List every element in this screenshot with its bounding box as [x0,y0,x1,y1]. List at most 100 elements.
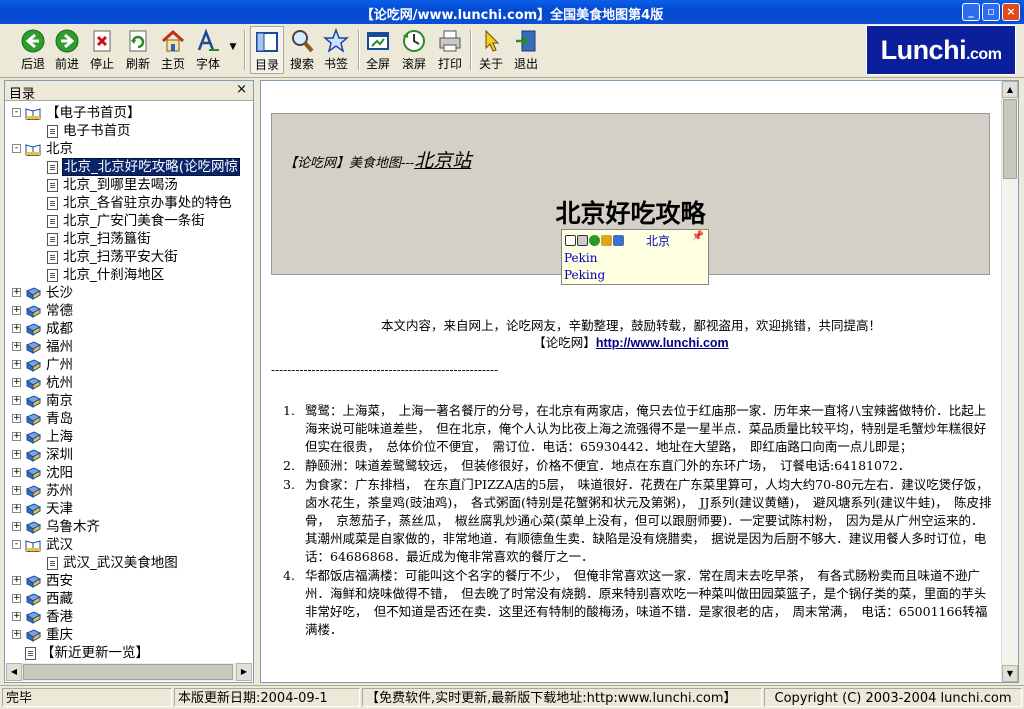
tree-item[interactable]: 西藏 [25,590,74,608]
tree-item[interactable]: 【新近更新一览】 [25,644,150,662]
expand-icon[interactable]: + [12,504,21,513]
tree-item[interactable]: 重庆 [25,626,74,644]
tree-item[interactable]: 福州 [25,338,74,356]
expand-icon[interactable]: + [12,450,21,459]
stop-button[interactable]: 停止 [86,26,118,74]
close-button[interactable]: × [1002,3,1020,21]
expand-icon[interactable]: + [12,432,21,441]
minimize-button[interactable]: _ [962,3,980,21]
vertical-scroll-thumb[interactable] [1003,99,1017,179]
tree-item[interactable]: 北京 [25,140,74,158]
collapse-icon[interactable]: - [12,108,21,117]
home-button[interactable]: 主页 [156,26,190,74]
tree-item[interactable]: 成都 [25,320,74,338]
horizontal-scroll-thumb[interactable] [23,664,233,680]
tree-item[interactable]: 常德 [25,302,74,320]
contents-panel-header: 目录 × [5,81,253,102]
expand-icon[interactable]: + [12,468,21,477]
back-button[interactable]: 后退 [16,26,50,74]
expand-icon[interactable]: + [12,594,21,603]
lookup-icon[interactable] [565,235,576,246]
forward-button[interactable]: 前进 [50,26,84,74]
book-icon [25,520,42,534]
tree-item[interactable]: 广州 [25,356,74,374]
tree-item[interactable]: 【电子书首页】 [25,104,142,122]
search-button[interactable]: 搜索 [286,26,318,74]
tree-item[interactable]: 北京_扫荡平安大街 [47,248,179,266]
autoscroll-button[interactable]: 滚屏 [398,26,430,74]
tree-item[interactable]: 上海 [25,428,74,446]
contents-tree[interactable]: - 【电子书首页】 电子书首页 - 北京 北京_北京好吃攻略(论吃网惊 北京_到哪里去喝汤北… [5,103,253,663]
scroll-down-arrow-icon[interactable]: ▼ [1002,665,1018,682]
dictionary-popup[interactable]: 北京 📌 Pekin Peking [561,229,709,285]
tree-item[interactable]: 北京_扫荡簋街 [47,230,152,248]
expand-icon[interactable]: + [12,342,21,351]
expand-icon[interactable]: + [12,288,21,297]
close-icon[interactable]: × [236,82,247,97]
font-dropdown[interactable]: ▼ [226,38,240,86]
exit-button[interactable]: 退出 [510,26,542,74]
tree-item-label: 深圳 [46,447,73,463]
tree-item[interactable]: 北京_广安门美食一条街 [47,212,206,230]
tree-item[interactable]: 杭州 [25,374,74,392]
vertical-scrollbar[interactable]: ▲ ▼ [1001,81,1018,682]
logo-suffix: .com [966,46,1002,63]
copy-icon[interactable] [577,235,588,246]
expand-icon[interactable]: + [12,360,21,369]
expand-icon[interactable]: + [12,486,21,495]
bookmark-button[interactable]: 书签 [320,26,352,74]
expand-icon[interactable]: + [12,522,21,531]
scroll-right-arrow-icon[interactable]: ▶ [236,663,252,681]
stop-icon [93,30,111,52]
print-button[interactable]: 打印 [434,26,466,74]
expand-icon[interactable]: + [12,306,21,315]
tree-item[interactable]: 深圳 [25,446,74,464]
fullscreen-button[interactable]: 全屏 [362,26,394,74]
tree-item[interactable]: 香港 [25,608,74,626]
expand-icon[interactable]: + [12,324,21,333]
toolbar-separator [470,30,472,70]
tree-item[interactable]: 沈阳 [25,464,74,482]
scroll-up-arrow-icon[interactable]: ▲ [1002,81,1018,98]
popup-toolbar [565,233,625,247]
maximize-button[interactable]: ▫ [982,3,1000,21]
scroll-left-arrow-icon[interactable]: ◀ [6,663,22,681]
tree-item[interactable]: 苏州 [25,482,74,500]
speaker-icon[interactable] [601,235,612,246]
article-view[interactable]: 【论吃网】美食地图---北京站 北京好吃攻略 （ 北京 📌 Pekin Peki… [260,80,1019,683]
tree-item[interactable]: 武汉_武汉美食地图 [47,554,179,572]
tree-item[interactable]: 北京_各省驻京办事处的特色 [47,194,233,212]
tree-item[interactable]: 乌鲁木齐 [25,518,101,536]
refresh-button[interactable]: 刷新 [122,26,154,74]
title-bar: 【论吃网/www.lunchi.com】全国美食地图第4版 _ ▫ × [0,0,1024,24]
tree-item[interactable]: 西安 [25,572,74,590]
expand-icon[interactable]: + [12,414,21,423]
tree-item[interactable]: 南京 [25,392,74,410]
expand-icon[interactable]: + [12,576,21,585]
exit-icon [516,30,536,52]
expand-icon[interactable]: + [12,612,21,621]
tree-item[interactable]: 北京_到哪里去喝汤 [47,176,179,194]
collapse-icon[interactable]: - [12,144,21,153]
translate-icon[interactable] [613,235,624,246]
about-button[interactable]: 关于 [475,26,507,74]
tree-item[interactable]: 长沙 [25,284,74,302]
expand-icon[interactable]: + [12,396,21,405]
tree-item[interactable]: 北京_北京好吃攻略(论吃网惊 [47,158,241,176]
collapse-icon[interactable]: - [12,540,21,549]
site-link[interactable]: http://www.lunchi.com [596,336,729,350]
tree-item[interactable]: 青岛 [25,410,74,428]
list-item: 1. 鹭鹭：上海菜， 上海一著名餐厅的分号，在北京有两家店，俺只去位于红庙那一家．… [283,402,993,456]
contents-button[interactable]: 目录 [250,26,284,74]
expand-icon[interactable]: + [12,378,21,387]
tree-item-label: 北京_什刹海地区 [63,267,165,283]
font-button[interactable]: 字体 [192,26,224,74]
expand-icon[interactable]: + [12,630,21,639]
horizontal-scrollbar[interactable]: ◀ ▶ [6,663,252,681]
tree-item[interactable]: 武汉 [25,536,74,554]
web-icon[interactable] [589,235,600,246]
tree-item[interactable]: 北京_什刹海地区 [47,266,165,284]
tree-item[interactable]: 天津 [25,500,74,518]
pin-icon[interactable]: 📌 [692,231,704,242]
tree-item[interactable]: 电子书首页 [47,122,132,140]
